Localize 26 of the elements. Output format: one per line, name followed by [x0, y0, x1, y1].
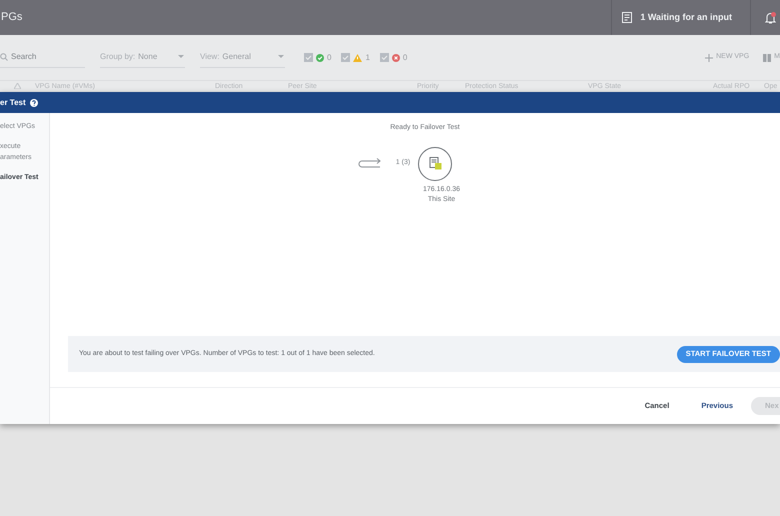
- warning-icon: [353, 54, 362, 62]
- checkbox[interactable]: [341, 53, 350, 62]
- caret-icon: [278, 55, 284, 59]
- check-circle-icon: [316, 54, 324, 62]
- dialog-title: er Test: [0, 96, 26, 108]
- checkbox[interactable]: [304, 53, 313, 62]
- error-icon: [392, 54, 400, 62]
- page-title: PGs: [1, 10, 22, 26]
- group-by-dropdown[interactable]: Group by: None: [100, 48, 185, 68]
- search-field[interactable]: Search: [11, 51, 81, 63]
- checkbox[interactable]: [380, 53, 389, 62]
- caret-icon: [178, 55, 184, 59]
- search-icon: [0, 53, 8, 61]
- bell-icon[interactable]: [765, 12, 776, 24]
- return-arrow-icon: [358, 158, 382, 170]
- help-icon[interactable]: [30, 98, 38, 106]
- filter-count: 0: [327, 52, 332, 64]
- server-icon: [428, 157, 442, 170]
- columns-icon: [763, 54, 772, 62]
- plus-icon: [705, 54, 714, 62]
- tasks-link[interactable]: 1 Waiting for an input: [640, 10, 732, 24]
- document-icon: [622, 12, 632, 23]
- alert-column-icon: [14, 83, 21, 89]
- filter-count: 1: [365, 52, 370, 64]
- view-dropdown[interactable]: View: General: [200, 48, 285, 68]
- filter-count: 0: [402, 52, 408, 64]
